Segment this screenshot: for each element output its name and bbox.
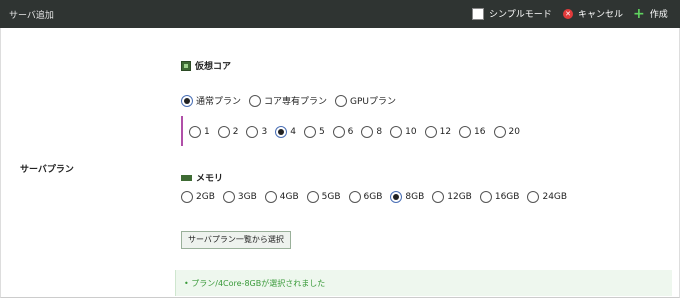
memory-option[interactable]: 2GB: [181, 191, 215, 203]
memory-option[interactable]: 3GB: [222, 191, 257, 203]
memory-option[interactable]: 16GB: [479, 191, 520, 203]
header-bar: サーバ追加 シンプルモード ✕ キャンセル + 作成: [0, 0, 680, 28]
core-option[interactable]: 12: [424, 126, 452, 138]
memory-label: 2GB: [196, 192, 215, 202]
plan-type-option[interactable]: 通常プラン: [181, 94, 241, 107]
core-option[interactable]: 10: [390, 126, 417, 138]
plan-type-label: 通常プラン: [196, 97, 242, 107]
plan-type-radio[interactable]: [181, 94, 193, 107]
selection-notice-text: • プラン/4Core-8GBが選択されました: [184, 279, 326, 288]
memory-label: 24GB: [542, 192, 568, 202]
memory-radio[interactable]: [348, 191, 361, 203]
core-radio[interactable]: [332, 126, 345, 138]
memory-option[interactable]: 12GB: [432, 191, 472, 203]
memory-option[interactable]: 6GB: [348, 191, 383, 203]
memory-heading-label: メモリ: [196, 174, 224, 184]
core-label: 1: [204, 127, 210, 137]
core-label: 8: [376, 127, 383, 137]
memory-group: 2GB 3GB 4GB 5GB 6GB 8GB 12GB 16GB 24GB: [181, 191, 575, 203]
core-radio[interactable]: [275, 126, 288, 138]
plan-type-radio[interactable]: [335, 94, 348, 107]
plan-type-option[interactable]: GPUプラン: [335, 94, 396, 107]
plan-type-option[interactable]: コア専有プラン: [249, 94, 327, 107]
core-radio[interactable]: [303, 126, 316, 138]
core-group-marker: [181, 116, 183, 146]
core-label: 5: [318, 127, 325, 137]
core-count-group: 1 2 3 4 5 6 8 10 12 16 20: [189, 126, 528, 138]
selection-notice: • プラン/4Core-8GBが選択されました: [175, 270, 672, 296]
memory-heading: メモリ: [181, 171, 223, 184]
simple-mode-label: シンプルモード: [489, 10, 552, 20]
core-label: 16: [474, 127, 486, 137]
core-option[interactable]: 8: [361, 126, 382, 138]
core-label: 6: [347, 127, 354, 137]
memory-option[interactable]: 5GB: [306, 191, 341, 203]
create-button[interactable]: + 作成: [633, 5, 668, 22]
cancel-icon: ✕: [563, 8, 573, 19]
memory-label: 5GB: [321, 192, 341, 202]
memory-radio[interactable]: [264, 191, 277, 203]
memory-radio[interactable]: [306, 191, 319, 203]
memory-radio[interactable]: [527, 191, 540, 203]
create-label: 作成: [649, 10, 668, 20]
core-radio[interactable]: [424, 126, 437, 138]
core-radio[interactable]: [459, 126, 472, 138]
cancel-label: キャンセル: [578, 10, 624, 20]
core-radio[interactable]: [493, 126, 506, 138]
simple-mode-checkbox[interactable]: [472, 7, 484, 20]
core-label: 3: [261, 127, 268, 137]
memory-label: 6GB: [363, 192, 383, 202]
memory-radio[interactable]: [479, 191, 492, 203]
core-label: 2: [232, 127, 239, 137]
core-radio[interactable]: [361, 126, 374, 138]
memory-icon: [181, 174, 192, 181]
plan-type-radio[interactable]: [249, 94, 262, 107]
core-radio[interactable]: [189, 126, 201, 138]
plan-type-label: GPUプラン: [350, 97, 397, 107]
memory-radio[interactable]: [181, 191, 193, 203]
core-radio[interactable]: [390, 126, 403, 138]
memory-label: 8GB: [405, 192, 425, 202]
core-option[interactable]: 20: [493, 126, 520, 138]
memory-label: 12GB: [447, 192, 472, 202]
plus-icon: +: [633, 5, 645, 22]
core-label: 20: [508, 127, 520, 137]
select-from-plan-list-button[interactable]: サーバプラン一覧から選択: [181, 231, 291, 249]
simple-mode-toggle[interactable]: シンプルモード: [472, 7, 552, 20]
memory-label: 4GB: [279, 192, 299, 202]
core-label: 4: [290, 127, 296, 137]
core-option[interactable]: 4: [275, 126, 296, 138]
core-option[interactable]: 1: [189, 126, 210, 138]
plan-type-label: コア専有プラン: [264, 97, 328, 107]
core-radio[interactable]: [246, 126, 259, 138]
page-title: サーバ追加: [9, 11, 54, 21]
cancel-button[interactable]: ✕ キャンセル: [563, 7, 623, 20]
memory-radio[interactable]: [390, 191, 403, 203]
core-radio[interactable]: [217, 126, 230, 138]
core-label: 10: [405, 127, 417, 137]
core-option[interactable]: 6: [332, 126, 354, 138]
memory-option[interactable]: 24GB: [527, 191, 567, 203]
core-option[interactable]: 2: [217, 126, 239, 138]
server-plan-panel: サーバプラン: [0, 28, 680, 298]
memory-option[interactable]: 8GB: [390, 191, 424, 203]
cpu-heading: 仮想コア: [181, 59, 231, 72]
core-option[interactable]: 3: [246, 126, 267, 138]
core-option[interactable]: 16: [459, 126, 486, 138]
core-option[interactable]: 5: [303, 126, 325, 138]
memory-label: 16GB: [494, 192, 520, 202]
cpu-chip-icon: [181, 60, 191, 71]
plan-type-group: 通常プラン コア専有プラン GPUプラン: [181, 94, 404, 107]
cpu-heading-label: 仮想コア: [195, 62, 232, 72]
server-plan-label: サーバプラン: [20, 165, 74, 175]
memory-radio[interactable]: [222, 191, 235, 203]
core-label: 12: [439, 127, 452, 137]
memory-radio[interactable]: [432, 191, 445, 203]
memory-label: 3GB: [237, 192, 257, 202]
memory-option[interactable]: 4GB: [264, 191, 299, 203]
